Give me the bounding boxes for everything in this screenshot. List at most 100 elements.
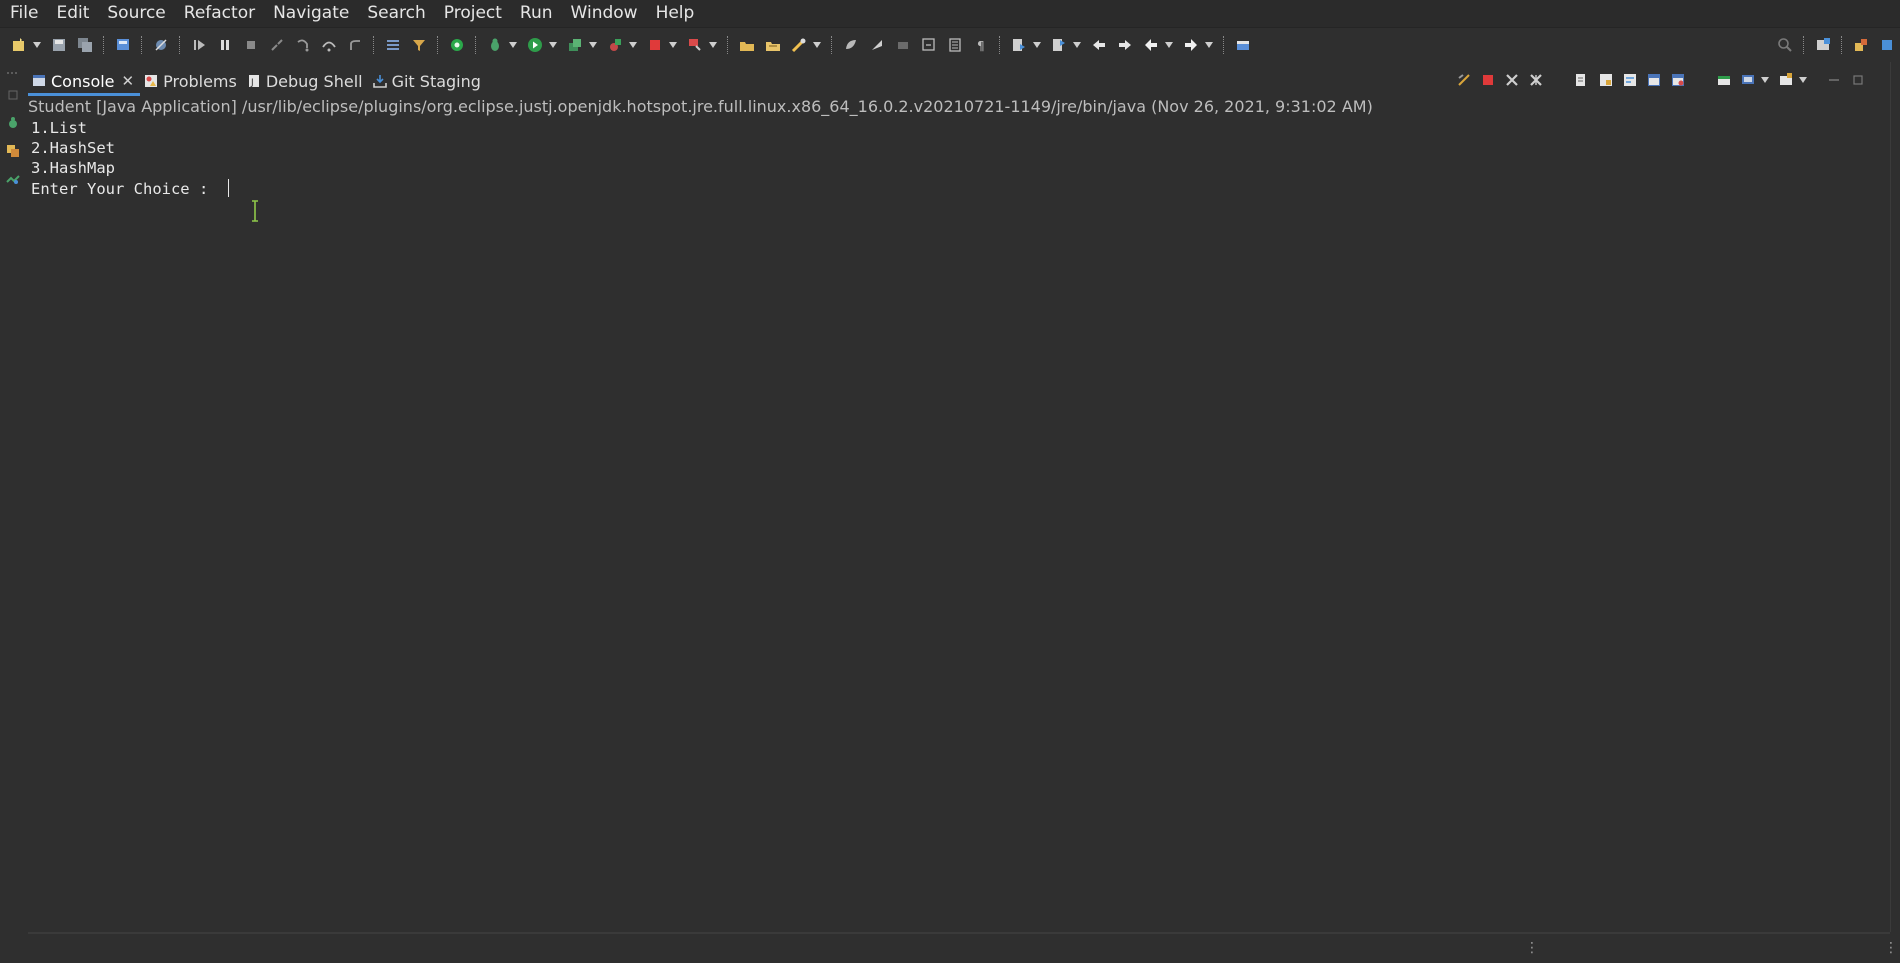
tab-console[interactable]: Console ✕ (28, 66, 141, 96)
next-edit-icon[interactable] (1114, 34, 1136, 56)
toggle-word-wrap-icon[interactable] (866, 34, 888, 56)
open-console-dropdown[interactable] (1798, 69, 1808, 91)
scroll-lock-icon[interactable] (1595, 69, 1617, 91)
new-dropdown[interactable] (32, 34, 42, 56)
show-console-error-icon[interactable] (1667, 69, 1689, 91)
forward-icon[interactable] (1180, 34, 1202, 56)
menu-file[interactable]: File (0, 0, 48, 27)
previous-annotation-icon[interactable]: ¶ (970, 34, 992, 56)
forward-dropdown[interactable] (1204, 34, 1214, 56)
profile-icon[interactable] (684, 34, 706, 56)
tab-debug-shell-label: Debug Shell (265, 71, 363, 91)
stop-dropdown[interactable] (668, 34, 678, 56)
java-perspective-icon[interactable] (1850, 34, 1872, 56)
menu-refactor[interactable]: Refactor (176, 0, 265, 27)
disconnect-icon[interactable] (266, 34, 288, 56)
next-edit-dropdown[interactable] (1072, 34, 1082, 56)
console-output[interactable]: 1.List 2.HashSet 3.HashMap Enter Your Ch… (28, 118, 1889, 928)
run-icon[interactable] (524, 34, 546, 56)
status-bar: ⋮ ⋮ (0, 934, 1900, 963)
minimize-icon[interactable] (1823, 69, 1845, 91)
search-dropdown[interactable] (812, 34, 822, 56)
debug-icon[interactable] (484, 34, 506, 56)
pin-console-icon[interactable] (1713, 69, 1735, 91)
pin-editor-icon[interactable] (1232, 34, 1254, 56)
menu-window[interactable]: Window (563, 0, 648, 27)
svg-text:¶: ¶ (977, 39, 985, 53)
step-return-icon[interactable] (344, 34, 366, 56)
skip-breakpoints-icon[interactable] (150, 34, 172, 56)
toolbar-separator (999, 35, 1001, 54)
display-console-dropdown[interactable] (1760, 69, 1770, 91)
save-icon[interactable] (48, 34, 70, 56)
menu-source[interactable]: Source (99, 0, 175, 27)
debug-view-icon[interactable] (2, 112, 24, 134)
word-wrap-icon[interactable] (1619, 69, 1641, 91)
toggle-mark-occurrences-icon[interactable] (840, 34, 862, 56)
open-type-icon[interactable] (736, 34, 758, 56)
resume-icon[interactable] (188, 34, 210, 56)
show-console-output-icon[interactable] (1643, 69, 1665, 91)
remove-all-terminated-icon[interactable] (1525, 69, 1547, 91)
run-dropdown[interactable] (548, 34, 558, 56)
console-view: Console ✕ Problems J Debug Shell Git Sta… (28, 64, 1890, 932)
coverage-icon[interactable] (446, 34, 468, 56)
quick-access-search-icon[interactable] (1774, 34, 1796, 56)
step-into-icon[interactable] (292, 34, 314, 56)
main-toolbar: ¶ (0, 29, 1900, 60)
remove-launch-icon[interactable] (1453, 69, 1475, 91)
debug-dropdown[interactable] (508, 34, 518, 56)
next-annotation-icon[interactable] (944, 34, 966, 56)
restore-icon[interactable] (2, 84, 24, 106)
search-icon[interactable] (788, 34, 810, 56)
display-selected-console-icon[interactable] (1737, 69, 1759, 91)
run-last-tool-icon[interactable] (564, 34, 586, 56)
last-edit-dropdown[interactable] (1032, 34, 1042, 56)
suspend-icon[interactable] (214, 34, 236, 56)
breakpoints-view-icon[interactable] (2, 168, 24, 190)
last-edit-location-icon[interactable] (1008, 34, 1030, 56)
stop-icon[interactable] (644, 34, 666, 56)
menu-run[interactable]: Run (512, 0, 563, 27)
next-edit-location-icon[interactable] (1048, 34, 1070, 56)
menu-help[interactable]: Help (648, 0, 705, 27)
previous-edit-icon[interactable] (1088, 34, 1110, 56)
save-all-icon[interactable] (74, 34, 96, 56)
toggle-block-selection-icon[interactable] (892, 34, 914, 56)
toolbar-right (1772, 29, 1900, 60)
console-prompt: Enter Your Choice : (31, 179, 218, 198)
maximize-icon[interactable] (1847, 69, 1869, 91)
step-over-icon[interactable] (318, 34, 340, 56)
remove-launch-x-icon[interactable] (1501, 69, 1523, 91)
profile-dropdown[interactable] (708, 34, 718, 56)
console-prompt-line: Enter Your Choice : (31, 178, 1889, 199)
external-tools-icon[interactable] (604, 34, 626, 56)
menu-search[interactable]: Search (359, 0, 435, 27)
menu-project[interactable]: Project (436, 0, 512, 27)
open-task-icon[interactable] (762, 34, 784, 56)
open-perspective-icon[interactable] (1812, 34, 1834, 56)
debug-shell-icon: J (247, 74, 261, 88)
new-icon[interactable] (8, 34, 30, 56)
tab-git-staging[interactable]: Git Staging (369, 66, 487, 96)
open-console-icon[interactable] (1775, 69, 1797, 91)
use-step-filters-icon[interactable] (408, 34, 430, 56)
debug-perspective-switch-icon[interactable] (1876, 34, 1898, 56)
close-icon[interactable]: ✕ (122, 72, 135, 90)
terminate-console-icon[interactable] (1477, 69, 1499, 91)
back-dropdown[interactable] (1164, 34, 1174, 56)
show-whitespace-icon[interactable] (918, 34, 940, 56)
debug-perspective-icon[interactable] (112, 34, 134, 56)
clear-console-icon[interactable] (1571, 69, 1593, 91)
back-icon[interactable] (1140, 34, 1162, 56)
run-last-tool-dropdown[interactable] (588, 34, 598, 56)
tab-problems[interactable]: Problems (140, 66, 243, 96)
terminate-icon[interactable] (240, 34, 262, 56)
menu-navigate[interactable]: Navigate (265, 0, 359, 27)
drop-to-frame-icon[interactable] (382, 34, 404, 56)
git-staging-icon (372, 74, 387, 88)
menu-edit[interactable]: Edit (48, 0, 99, 27)
package-explorer-icon[interactable] (2, 140, 24, 162)
external-tools-dropdown[interactable] (628, 34, 638, 56)
tab-debug-shell[interactable]: J Debug Shell (243, 66, 369, 96)
